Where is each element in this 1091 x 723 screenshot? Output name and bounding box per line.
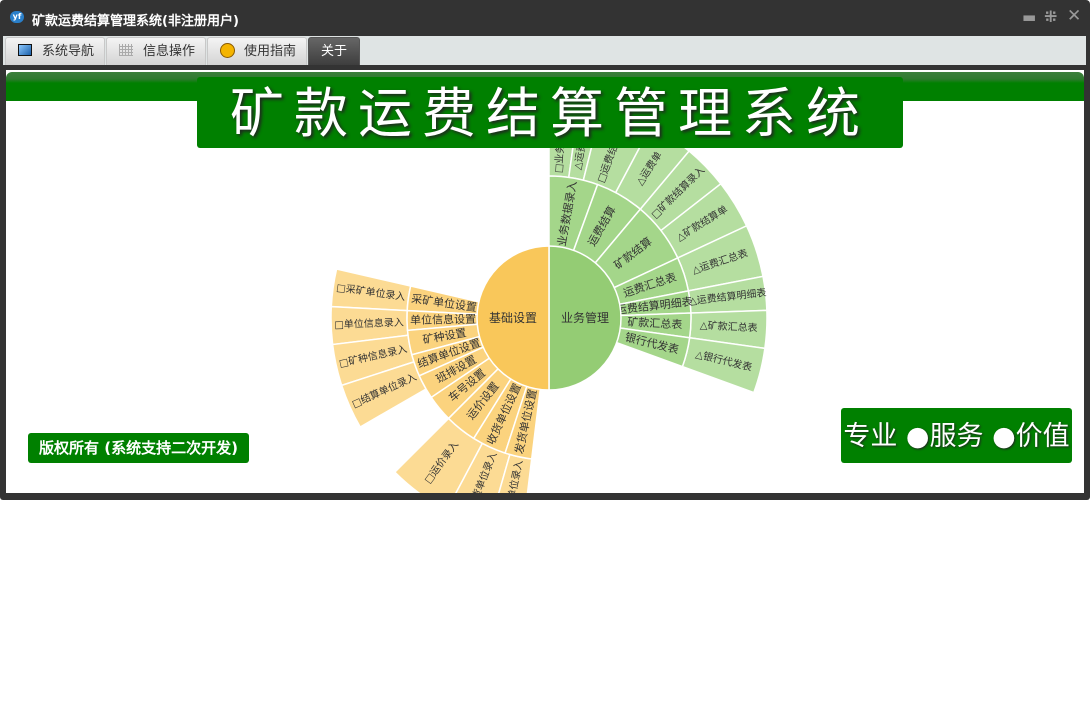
tab-label: 信息操作 bbox=[143, 44, 196, 59]
help-icon bbox=[220, 43, 235, 58]
restore-icon[interactable]: ⁜ bbox=[1044, 7, 1057, 26]
tab-user-guide[interactable]: 使用指南 bbox=[207, 37, 307, 65]
app-window: yf 矿款运费结算管理系统(非注册用户) ▬ ⁜ ✕ 系统导航 信息操作 使用指… bbox=[0, 0, 1090, 500]
about-panel: □业务数据录入△运费数据单□运费结算录入△运费单□矿款结算录入△矿款结算单△运费… bbox=[6, 70, 1084, 493]
segment-label: 业务管理 bbox=[561, 310, 609, 325]
tab-label: 关于 bbox=[320, 44, 347, 59]
tab-label: 使用指南 bbox=[244, 44, 297, 59]
app-logo-icon: yf bbox=[10, 11, 24, 23]
monitor-icon bbox=[18, 44, 32, 56]
tab-bar: 系统导航 信息操作 使用指南 关于 bbox=[3, 36, 1086, 65]
title-bar: yf 矿款运费结算管理系统(非注册用户) ▬ ⁜ ✕ bbox=[0, 0, 1090, 35]
segment-label: 基础设置 bbox=[489, 311, 537, 325]
window-title: 矿款运费结算管理系统(非注册用户) bbox=[32, 14, 239, 29]
tab-label: 系统导航 bbox=[42, 44, 95, 59]
tab-info-ops[interactable]: 信息操作 bbox=[106, 37, 206, 65]
copyright-label: 版权所有 (系统支持二次开发) bbox=[28, 433, 249, 463]
sunburst-segment[interactable]: 采矿单位设置 bbox=[406, 285, 482, 316]
slogan-label: 专业 ●服务 ●价值 bbox=[841, 408, 1072, 463]
grid-icon bbox=[119, 44, 133, 56]
close-icon[interactable]: ✕ bbox=[1067, 6, 1081, 26]
sunburst-segment[interactable]: △银行代发表 bbox=[681, 336, 766, 394]
segment-label: 矿款汇总表 bbox=[627, 315, 683, 332]
sunburst-segment[interactable]: □采矿单位录入 bbox=[330, 268, 412, 312]
tab-system-nav[interactable]: 系统导航 bbox=[5, 37, 105, 65]
minimize-icon[interactable]: ▬ bbox=[1022, 8, 1036, 26]
banner-title: 矿款运费结算管理系统 bbox=[197, 77, 903, 148]
tab-about[interactable]: 关于 bbox=[308, 37, 360, 65]
